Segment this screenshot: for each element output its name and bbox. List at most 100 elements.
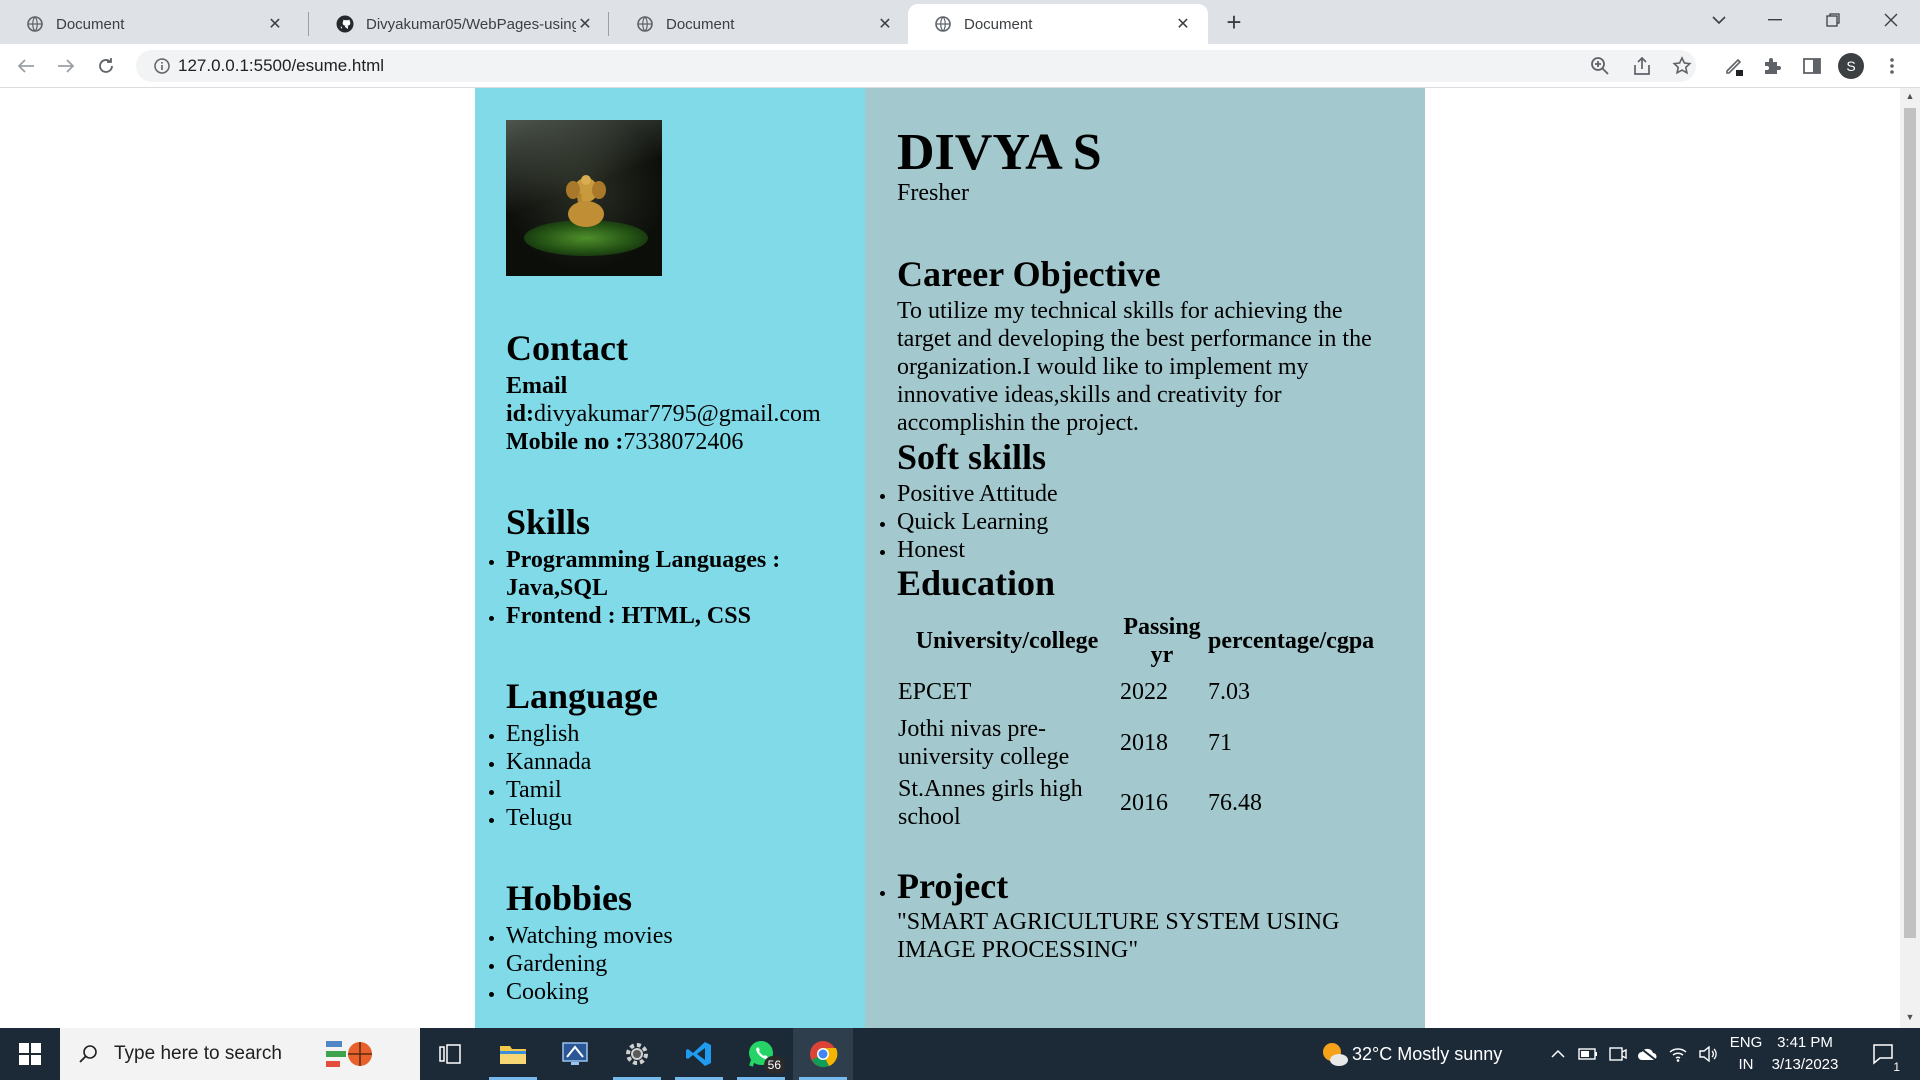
bookmark-star-icon[interactable] (1670, 54, 1694, 78)
browser-toolbar: 127.0.0.1:5500/esume.html S (0, 44, 1920, 88)
address-bar[interactable]: 127.0.0.1:5500/esume.html (136, 50, 1696, 82)
college-cell: Jothi nivas pre-university college (898, 716, 1070, 770)
widgets-news-icon[interactable] (318, 1028, 378, 1080)
scroll-up-arrow-icon[interactable]: ▲ (1904, 91, 1916, 103)
reload-icon[interactable] (92, 52, 120, 80)
notification-count: 1 (1893, 1060, 1900, 1074)
close-icon[interactable]: ✕ (1174, 15, 1192, 33)
vscode-icon[interactable] (669, 1028, 729, 1080)
tab-github[interactable]: Divyakumar05/WebPages-using- ✕ (310, 4, 610, 44)
career-objective-heading: Career Objective (897, 254, 1161, 294)
mobile-line: Mobile no :7338072406 (506, 428, 743, 456)
list-item: Quick Learning (897, 508, 1058, 536)
column-header: percentage/cgpa (1208, 628, 1375, 654)
ganesha-idol-image (566, 175, 606, 227)
pen-extension-icon[interactable] (1722, 54, 1746, 78)
hobbies-list: Watching movies Gardening Cooking (506, 922, 673, 1006)
table-row: EPCET 2022 7.03 (897, 672, 1375, 712)
tab-document-3[interactable]: Document ✕ (610, 4, 910, 44)
list-item: English (506, 720, 591, 748)
score-cell: 76.48 (1208, 790, 1262, 816)
kebab-menu-icon[interactable] (1880, 54, 1904, 78)
tab-document-1[interactable]: Document ✕ (0, 4, 300, 44)
battery-icon[interactable] (1574, 1028, 1602, 1080)
profile-photo (506, 120, 662, 276)
project-item: Project (897, 866, 1397, 906)
list-item: Positive Attitude (897, 480, 1058, 508)
mobile-value: 7338072406 (623, 429, 744, 455)
table-row: Jothi nivas pre-university college 2018 … (897, 714, 1375, 772)
year-cell: 2022 (1120, 679, 1168, 705)
chevron-up-icon[interactable] (1544, 1028, 1572, 1080)
clock-time: 3:41 PM (1777, 1034, 1833, 1051)
windows-start-icon[interactable] (0, 1028, 60, 1080)
search-placeholder: Type here to search (114, 1043, 282, 1064)
forward-arrow-icon[interactable] (52, 52, 80, 80)
globe-icon (26, 15, 44, 33)
back-arrow-icon[interactable] (12, 52, 40, 80)
extensions-puzzle-icon[interactable] (1760, 54, 1784, 78)
scroll-thumb[interactable] (1904, 108, 1916, 938)
globe-icon (636, 15, 654, 33)
weather-text[interactable]: 32°C Mostly sunny (1352, 1028, 1502, 1080)
list-item: Telugu (506, 804, 591, 832)
tab-document-active[interactable]: Document ✕ (908, 4, 1208, 44)
github-icon (336, 15, 354, 33)
career-objective-text: To utilize my technical skills for achie… (897, 298, 1372, 436)
score-cell: 71 (1208, 730, 1232, 756)
resume-left-column: Contact Email id:divyakumar7795@gmail.co… (475, 88, 865, 1028)
email-line: id:divyakumar7795@gmail.com (506, 400, 821, 428)
profile-avatar[interactable]: S (1838, 53, 1864, 79)
site-info-icon[interactable] (146, 58, 178, 74)
task-view-icon[interactable] (420, 1028, 480, 1080)
list-item: Cooking (506, 978, 673, 1006)
project-title: "SMART AGRICULTURE SYSTEM USING IMAGE PR… (897, 909, 1340, 963)
tab-separator (308, 12, 309, 36)
url-text: 127.0.0.1:5500/esume.html (178, 56, 385, 75)
list-item: Honest (897, 536, 1058, 564)
year-cell: 2016 (1120, 790, 1168, 816)
weather-sun-icon[interactable] (1314, 1028, 1354, 1080)
close-icon[interactable]: ✕ (876, 15, 894, 33)
whatsapp-icon[interactable]: 56 (731, 1028, 791, 1080)
skills-heading: Skills (506, 502, 591, 542)
notification-center-icon[interactable]: 1 (1860, 1028, 1908, 1080)
close-icon[interactable]: ✕ (576, 15, 594, 33)
restore-icon[interactable] (1810, 0, 1856, 40)
settings-gear-icon[interactable] (607, 1028, 667, 1080)
file-explorer-icon[interactable] (483, 1028, 543, 1080)
list-item: Kannada (506, 748, 591, 776)
column-header: Passing yr (1123, 614, 1201, 668)
wifi-icon[interactable] (1664, 1028, 1692, 1080)
project-section: Project (897, 866, 1397, 906)
column-header: University/college (915, 628, 1099, 654)
minimize-icon[interactable] (1752, 0, 1798, 40)
chrome-icon[interactable] (793, 1028, 853, 1080)
tab-strip: Document ✕ Divyakumar05/WebPages-using- … (0, 0, 1920, 44)
camera-icon[interactable] (1604, 1028, 1632, 1080)
search-icon (76, 1044, 100, 1064)
mobile-label: Mobile no : (506, 429, 624, 455)
college-cell: EPCET (898, 679, 972, 705)
education-heading: Education (897, 563, 1056, 603)
soft-skills-list: Positive Attitude Quick Learning Honest (897, 480, 1058, 564)
side-panel-icon[interactable] (1800, 54, 1824, 78)
close-icon[interactable]: ✕ (266, 15, 284, 33)
scroll-down-arrow-icon[interactable]: ▼ (1904, 1012, 1916, 1024)
speaker-icon[interactable] (1694, 1028, 1722, 1080)
score-cell: 7.03 (1208, 679, 1250, 705)
page-viewport: Contact Email id:divyakumar7795@gmail.co… (0, 88, 1900, 1028)
system-clock[interactable]: 3:41 PM 3/13/2023 (1760, 1032, 1850, 1076)
table-header-row: University/college Passing yr percentage/… (897, 612, 1375, 670)
email-value: divyakumar7795@gmail.com (534, 401, 821, 427)
close-window-icon[interactable] (1868, 0, 1914, 40)
clock-date: 3/13/2023 (1771, 1056, 1839, 1073)
share-icon[interactable] (1630, 54, 1654, 78)
tab-search-chevron-icon[interactable] (1696, 0, 1742, 40)
zoom-icon[interactable] (1588, 54, 1612, 78)
new-tab-button[interactable]: + (1220, 7, 1248, 37)
page-scrollbar[interactable]: ▲ ▼ (1900, 88, 1920, 1028)
tab-title: Document (964, 15, 1033, 33)
remote-desktop-icon[interactable] (545, 1028, 605, 1080)
cloud-offline-icon[interactable] (1634, 1028, 1662, 1080)
